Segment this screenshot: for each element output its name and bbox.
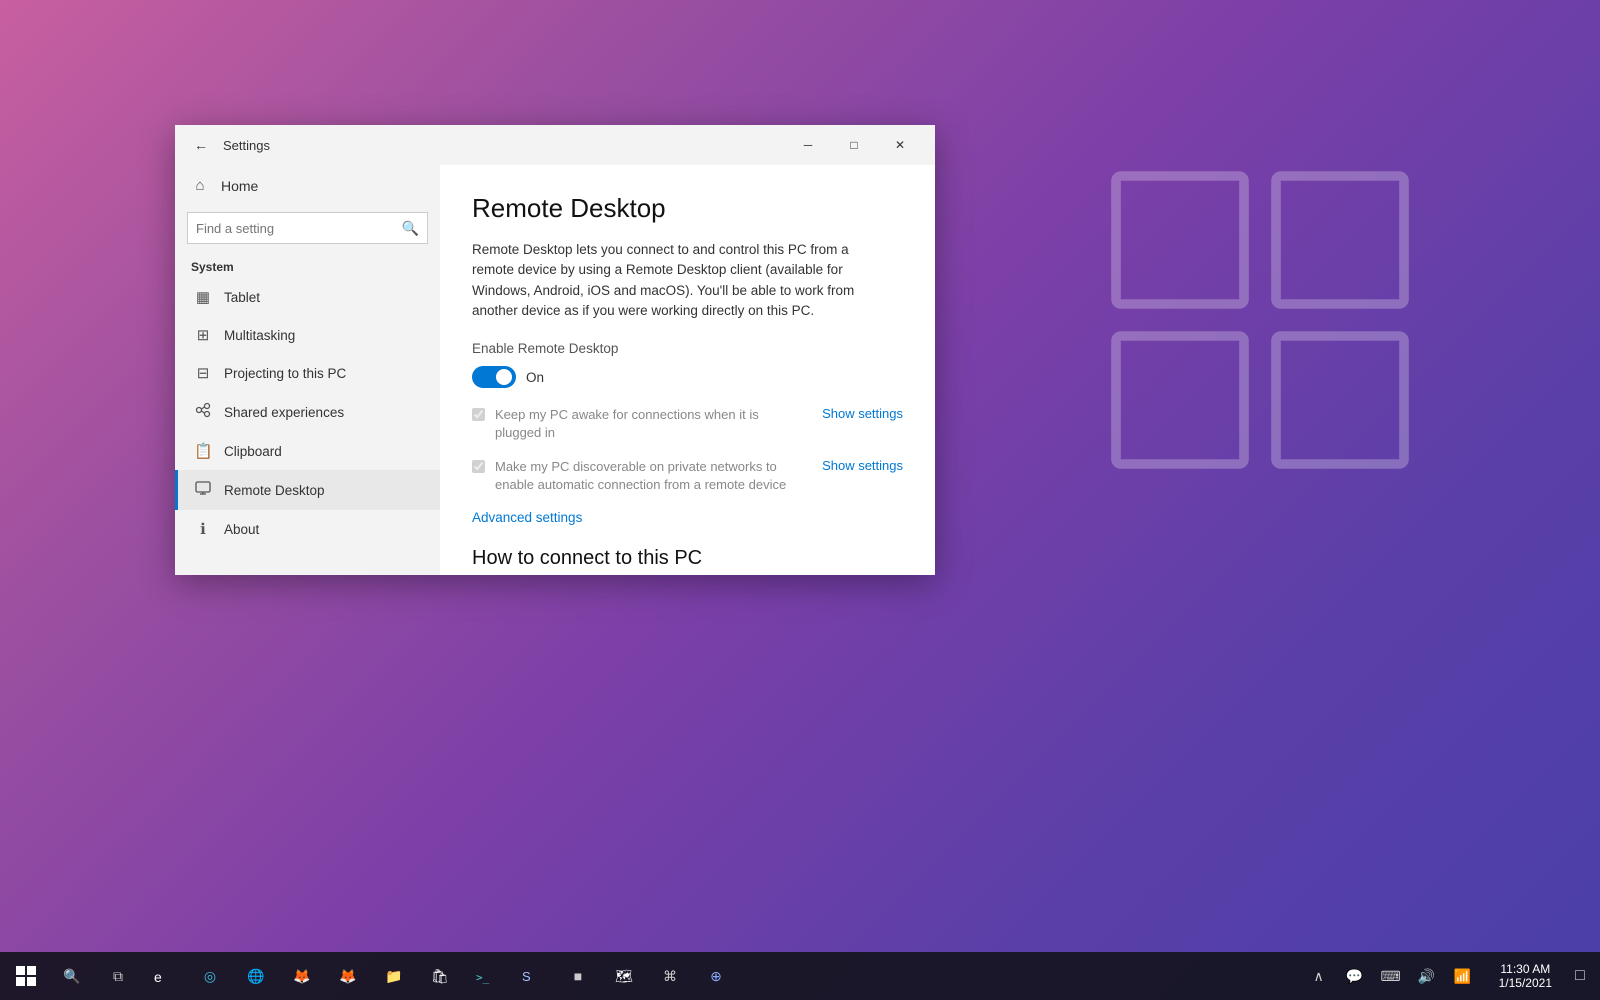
minimize-button[interactable]: ─	[785, 125, 831, 165]
checkbox-row-1: Keep my PC awake for connections when it…	[472, 406, 903, 442]
checkbox-2-label: Make my PC discoverable on private netwo…	[495, 459, 786, 492]
sidebar-item-projecting[interactable]: ⊟ Projecting to this PC	[175, 354, 440, 392]
how-to-title: How to connect to this PC	[472, 547, 903, 570]
sidebar: ⌂ Home 🔍 System ▦ Tablet ⊞ Multitasking …	[175, 165, 440, 575]
taskbar-firefox-icon2[interactable]: 🦊	[326, 954, 370, 998]
search-input[interactable]	[196, 221, 396, 236]
projecting-icon: ⊟	[194, 364, 212, 382]
svg-text:e: e	[154, 969, 162, 985]
keep-awake-checkbox[interactable]	[472, 408, 485, 421]
sidebar-item-about[interactable]: ℹ About	[175, 510, 440, 548]
tray-volume[interactable]: 🔊	[1411, 960, 1443, 992]
taskbar-start-button[interactable]	[4, 954, 48, 998]
taskbar-firefox-icon1[interactable]: 🦊	[280, 954, 324, 998]
sidebar-section-system: System	[175, 254, 440, 278]
svg-text:S: S	[522, 969, 531, 984]
tray-network[interactable]: 📶	[1447, 960, 1479, 992]
search-icon: 🔍	[402, 220, 419, 237]
taskbar-clock[interactable]: 11:30 AM 1/15/2021	[1489, 952, 1562, 1000]
checkbox-text-group-1: Keep my PC awake for connections when it…	[495, 406, 796, 442]
sidebar-item-remote-desktop[interactable]: Remote Desktop	[175, 470, 440, 510]
taskbar-taskview-button[interactable]: ⧉	[96, 954, 140, 998]
taskbar-app-s-icon[interactable]: S	[510, 954, 554, 998]
advanced-settings-link[interactable]: Advanced settings	[472, 510, 903, 525]
toggle-label: Enable Remote Desktop	[472, 341, 903, 356]
title-bar: ← Settings ─ □ ✕	[175, 125, 935, 165]
tray-chat[interactable]: 💬	[1339, 960, 1371, 992]
sidebar-item-clipboard[interactable]: 📋 Clipboard	[175, 432, 440, 470]
taskbar-rdp-icon[interactable]: ⊕	[694, 954, 738, 998]
toggle-state-label: On	[526, 370, 544, 385]
taskbar-shell-icon[interactable]: ⌘	[648, 954, 692, 998]
sidebar-item-label: Shared experiences	[224, 405, 344, 420]
taskbar-systray: ∧ 💬 ⌨ 🔊 📶	[1295, 960, 1487, 992]
taskbar-powershell-icon[interactable]: >_	[464, 954, 508, 998]
back-button[interactable]: ←	[187, 131, 215, 159]
settings-window: ← Settings ─ □ ✕ ⌂ Home 🔍 System ▦ Table…	[175, 125, 935, 575]
sidebar-item-tablet[interactable]: ▦ Tablet	[175, 278, 440, 316]
search-box[interactable]: 🔍	[187, 212, 428, 244]
clock-date: 1/15/2021	[1499, 976, 1552, 990]
shared-icon	[194, 402, 212, 422]
content-description: Remote Desktop lets you connect to and c…	[472, 240, 872, 321]
about-icon: ℹ	[194, 520, 212, 538]
show-settings-link-1[interactable]: Show settings	[806, 406, 903, 421]
sidebar-item-label: Tablet	[224, 290, 260, 305]
taskbar-map-icon[interactable]: 🗺	[602, 954, 646, 998]
checkbox-1-label: Keep my PC awake for connections when it…	[495, 407, 759, 440]
clipboard-icon: 📋	[194, 442, 212, 460]
discoverable-checkbox[interactable]	[472, 460, 485, 473]
sidebar-item-label: Remote Desktop	[224, 483, 325, 498]
sidebar-item-multitasking[interactable]: ⊞ Multitasking	[175, 316, 440, 354]
taskbar: 🔍 ⧉ e ◎ 🌐 🦊 🦊 📁 🛍 >_ S ■ 🗺 ⌘ ⊕ ∧ 💬 ⌨ 🔊 📶…	[0, 952, 1600, 1000]
content-title: Remote Desktop	[472, 193, 903, 224]
taskbar-files-icon[interactable]: 📁	[372, 954, 416, 998]
taskbar-search-button[interactable]: 🔍	[50, 954, 94, 998]
tray-keyboard[interactable]: ⌨	[1375, 960, 1407, 992]
sidebar-item-label: Multitasking	[224, 328, 295, 343]
remote-desktop-icon	[194, 480, 212, 500]
maximize-button[interactable]: □	[831, 125, 877, 165]
sidebar-item-label: Clipboard	[224, 444, 282, 459]
toggle-row: On	[472, 366, 903, 388]
content-panel: Remote Desktop Remote Desktop lets you c…	[440, 165, 935, 575]
taskbar-store-icon[interactable]: 🛍	[418, 954, 462, 998]
settings-body: ⌂ Home 🔍 System ▦ Tablet ⊞ Multitasking …	[175, 165, 935, 575]
sidebar-item-shared-experiences[interactable]: Shared experiences	[175, 392, 440, 432]
sidebar-item-home[interactable]: ⌂ Home	[175, 165, 440, 206]
taskbar-edge-icon[interactable]: e	[142, 954, 186, 998]
checkbox-text-group-2: Make my PC discoverable on private netwo…	[495, 458, 796, 494]
windows-logo-watermark	[1100, 160, 1420, 480]
multitasking-icon: ⊞	[194, 326, 212, 344]
sidebar-item-label: Projecting to this PC	[224, 366, 346, 381]
window-title: Settings	[223, 138, 270, 153]
remote-desktop-toggle[interactable]	[472, 366, 516, 388]
clock-time: 11:30 AM	[1500, 962, 1550, 976]
close-button[interactable]: ✕	[877, 125, 923, 165]
tablet-icon: ▦	[194, 288, 212, 306]
taskbar-chrome-icon[interactable]: 🌐	[234, 954, 278, 998]
taskbar-notification-button[interactable]: □	[1564, 952, 1596, 1000]
checkbox-row-2: Make my PC discoverable on private netwo…	[472, 458, 903, 494]
sidebar-item-label: About	[224, 522, 259, 537]
sidebar-home-label: Home	[221, 178, 258, 194]
taskbar-edge2-icon[interactable]: ◎	[188, 954, 232, 998]
taskbar-terminal-icon[interactable]: ■	[556, 954, 600, 998]
window-controls: ─ □ ✕	[785, 125, 923, 165]
tray-chevron[interactable]: ∧	[1303, 960, 1335, 992]
svg-text:>_: >_	[476, 971, 490, 984]
home-icon: ⌂	[191, 177, 209, 194]
show-settings-link-2[interactable]: Show settings	[806, 458, 903, 473]
